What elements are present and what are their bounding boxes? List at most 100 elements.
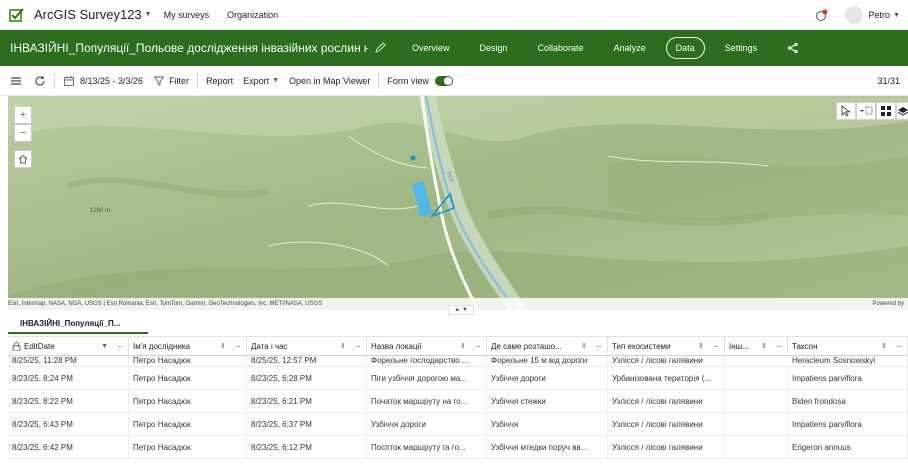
survey123-logo-icon[interactable] [8, 7, 26, 23]
app-title[interactable]: ArcGIS Survey123 [34, 7, 142, 22]
select-tool-button[interactable] [836, 102, 856, 120]
column-menu-icon[interactable]: ··· [475, 342, 481, 351]
column-header-ecosystem[interactable]: Тип екосистеми ⇕ ··· [608, 337, 725, 355]
table-cell: Узлісся / лісові галявини [612, 356, 703, 365]
basemap-gallery-button[interactable] [876, 102, 896, 120]
export-button[interactable]: Export [243, 76, 269, 86]
filter-icon[interactable] [153, 75, 165, 87]
table-header: EditDate ▼ ··· Ім'я дослідника ⇕ ··· Дат… [8, 336, 908, 356]
table-cell: Петро Насадюк [133, 396, 191, 406]
table-row[interactable]: 8/23/25, 6:42 PM Петро Насадюк 8/23/25, … [8, 436, 908, 459]
sort-icon[interactable]: ⇕ [581, 342, 587, 350]
column-menu-icon[interactable]: ··· [596, 342, 602, 351]
table-cell: Форельне 15 м від дороги [491, 356, 588, 365]
layers-icon [897, 107, 908, 116]
tab-settings[interactable]: Settings [725, 38, 758, 58]
open-map-viewer-button[interactable]: Open in Map Viewer [289, 76, 370, 86]
column-menu-icon[interactable]: ··· [713, 342, 719, 351]
table-cell: Узлісся / лісові галявини [612, 442, 703, 452]
column-header-taxon[interactable]: Таксон ⇕ ··· [788, 337, 908, 355]
zoom-out-button[interactable]: − [14, 124, 32, 142]
avatar[interactable] [844, 6, 863, 24]
sort-icon[interactable]: ⇕ [340, 342, 346, 350]
tab-analyze[interactable]: Analyze [614, 38, 646, 58]
map-tools [836, 102, 908, 120]
menu-icon[interactable] [10, 75, 22, 87]
powered-by-esri[interactable]: Powered by [872, 301, 904, 307]
selection-mode-button[interactable] [856, 102, 876, 120]
lock-icon [12, 341, 21, 351]
home-icon [18, 154, 28, 164]
table-row[interactable]: 8/23/25, 8:24 PM Петро Насадюк 8/23/25, … [8, 367, 908, 390]
user-menu-chevron-icon[interactable]: ▼ [893, 12, 900, 19]
column-menu-icon[interactable]: ··· [117, 342, 123, 351]
column-menu-icon[interactable]: ··· [355, 342, 361, 351]
table-cell: Піги узбіччя дорогою ма... [371, 373, 468, 383]
home-button[interactable] [14, 150, 32, 168]
share-icon[interactable] [787, 42, 799, 54]
sort-icon[interactable]: ⇕ [761, 342, 767, 350]
survey-point[interactable] [410, 155, 416, 161]
pencil-icon[interactable] [374, 42, 386, 54]
survey-tabs: Overview Design Collaborate Analyze Data… [412, 37, 799, 59]
table-cell: Узбіччя дороги [491, 373, 546, 383]
column-header-editdate[interactable]: EditDate ▼ ··· [8, 337, 129, 355]
export-chevron-icon[interactable]: ▼ [272, 77, 279, 84]
sort-icon[interactable]: ⇕ [881, 342, 887, 350]
layer-tab[interactable]: ІНВАЗІЙНІ_Популяції_П... [8, 314, 148, 334]
table-cell: Урбанізована територія (... [612, 373, 712, 383]
table-cell: Петро Насадюк [133, 419, 191, 429]
table-cell: Початок маршруту на го... [371, 396, 468, 406]
calendar-icon[interactable] [63, 75, 75, 87]
table-row[interactable]: 8/25/25, 11:28 PM Петро Насадюк 8/25/25,… [8, 356, 908, 367]
nav-my-surveys[interactable]: My surveys [164, 10, 210, 20]
sort-icon[interactable]: ⇕ [220, 342, 226, 350]
form-view-toggle[interactable] [434, 75, 453, 86]
tab-collaborate[interactable]: Collaborate [538, 38, 584, 58]
table-row[interactable]: 8/23/25, 6:43 PM Петро Насадюк 8/23/25, … [8, 413, 908, 436]
zoom-in-button[interactable]: + [14, 106, 32, 124]
table-cell: 8/25/25, 12:57 PM [251, 356, 317, 365]
table-cell: Петро Насадюк [133, 373, 191, 383]
map-view[interactable]: + − 1260 m Prut Esri, Intermap, NASA, NG… [8, 96, 908, 310]
column-menu-icon[interactable]: ··· [235, 342, 241, 351]
layers-button[interactable] [896, 102, 908, 120]
filter-button[interactable]: Filter [169, 76, 189, 86]
divider [54, 72, 55, 89]
report-button[interactable]: Report [206, 76, 233, 86]
tab-data[interactable]: Data [665, 37, 705, 59]
column-menu-icon[interactable]: ··· [896, 342, 902, 351]
notification-icon[interactable] [815, 8, 829, 22]
table-cell: Impatiens parviflora [792, 373, 862, 383]
sort-icon[interactable]: ⇕ [460, 342, 466, 350]
column-header-location-name[interactable]: Назва локації ⇕ ··· [367, 337, 487, 355]
app-header: ArcGIS Survey123 ▼ My surveys Organizati… [0, 0, 908, 30]
table-cell: 8/23/25, 6:43 PM [12, 419, 73, 429]
map-resize-handle[interactable]: ▲ ▼ [448, 305, 474, 315]
table-cell: Heracleum Sosnowskyi [792, 356, 876, 365]
column-header-other[interactable]: Інш... ⇕ ··· [725, 337, 788, 355]
column-menu-icon[interactable]: ··· [776, 342, 782, 351]
tab-design[interactable]: Design [480, 38, 508, 58]
data-table: EditDate ▼ ··· Ім'я дослідника ⇕ ··· Дат… [8, 336, 908, 470]
survey-header: ІНВАЗІЙНІ_Популяції_Польове дослідження … [0, 30, 908, 66]
sort-icon[interactable]: ⇕ [698, 342, 704, 350]
cursor-icon [841, 105, 851, 117]
column-header-placement[interactable]: Де саме розташо... ⇕ ··· [487, 337, 608, 355]
nav-organization[interactable]: Organization [227, 10, 278, 20]
table-cell: Форельне господарство ... [371, 356, 469, 365]
column-header-datetime[interactable]: Дата і час ⇕ ··· [247, 337, 367, 355]
table-cell: Поспток маршруту га го... [371, 442, 466, 452]
column-header-researcher[interactable]: Ім'я дослідника ⇕ ··· [129, 337, 247, 355]
form-view-label: Form view [387, 75, 429, 86]
sort-descending-icon[interactable]: ▼ [101, 343, 108, 350]
table-cell: Петро Насадюк [133, 442, 191, 452]
terrain-basemap [8, 96, 908, 310]
divider [378, 72, 380, 89]
tab-overview[interactable]: Overview [412, 38, 450, 58]
table-row[interactable]: 8/23/25, 8:22 PM Петро Насадюк 8/23/25, … [8, 390, 908, 413]
app-switcher-chevron-icon[interactable]: ▼ [145, 11, 152, 18]
username[interactable]: Petro [869, 10, 891, 20]
date-range[interactable]: 8/13/25 - 3/3/26 [80, 76, 143, 86]
refresh-icon[interactable] [34, 75, 46, 87]
